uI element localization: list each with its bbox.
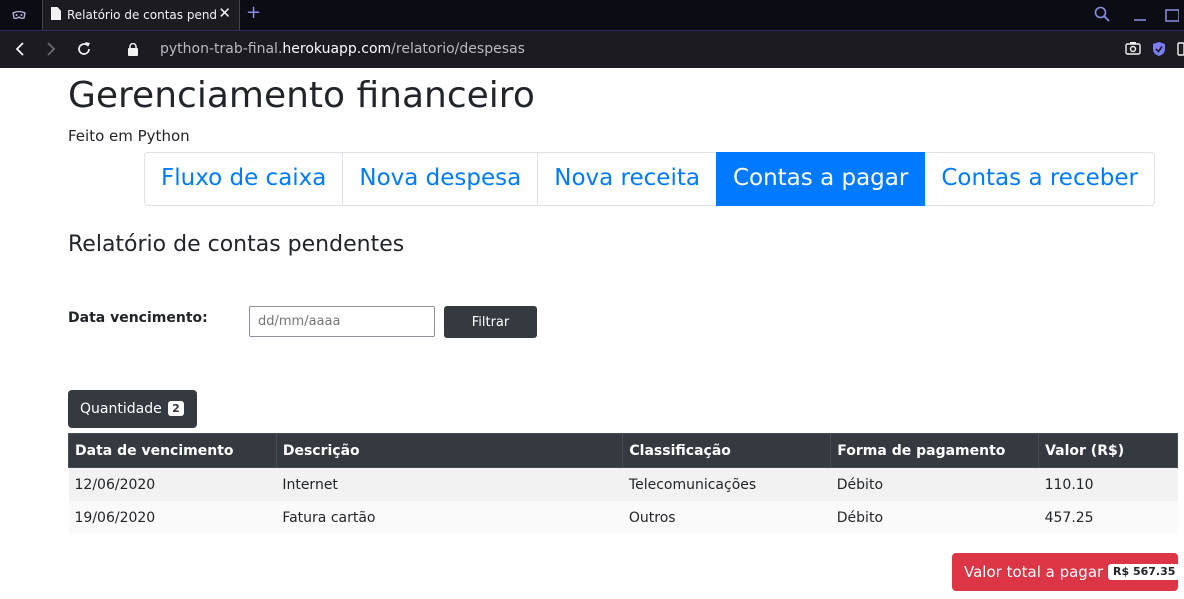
- url-path: /relatorio/despesas: [391, 41, 525, 57]
- due-date-input[interactable]: [249, 306, 435, 337]
- column-header-due-date: Data de vencimento: [68, 433, 277, 468]
- cell-classification: Outros: [622, 501, 831, 534]
- lock-icon[interactable]: [128, 43, 138, 56]
- cell-due-date: 12/06/2020: [68, 467, 277, 501]
- screenshot-icon[interactable]: [1125, 41, 1141, 55]
- table-header-row: Data de vencimento Descrição Classificaç…: [68, 433, 1178, 468]
- private-browsing-icon[interactable]: [12, 8, 26, 22]
- address-bar[interactable]: python-trab-final.herokuapp.com/relatori…: [160, 41, 525, 57]
- back-icon[interactable]: [13, 41, 27, 57]
- maximize-icon[interactable]: [1165, 8, 1179, 22]
- extension-icon[interactable]: [1176, 41, 1184, 57]
- browser-tab-bar: Relatório de contas pendentes ✕ +: [0, 0, 1184, 31]
- browser-nav-bar: python-trab-final.herokuapp.com/relatori…: [0, 31, 1184, 68]
- nav-nova-despesa[interactable]: Nova despesa: [342, 152, 539, 206]
- cell-value: 457.25: [1038, 501, 1178, 534]
- search-icon[interactable]: [1094, 6, 1110, 22]
- cell-payment-method: Débito: [830, 467, 1039, 501]
- quantity-button[interactable]: Quantidade 2: [68, 390, 197, 428]
- reload-icon[interactable]: [76, 41, 92, 57]
- shield-icon[interactable]: [1152, 41, 1166, 57]
- main-nav: Fluxo de caixa Nova despesa Nova receita…: [144, 152, 1155, 206]
- quantity-badge: 2: [168, 400, 184, 416]
- due-date-label: Data vencimento:: [68, 310, 208, 326]
- quantity-label: Quantidade: [80, 401, 162, 417]
- url-prefix: python-trab-final.: [160, 41, 283, 57]
- cell-classification: Telecomunicações: [622, 467, 831, 501]
- page-subtitle: Feito em Python: [68, 127, 190, 145]
- report-title: Relatório de contas pendentes: [68, 232, 405, 257]
- column-header-classification: Classificação: [622, 433, 832, 468]
- column-header-value: Valor (R$): [1038, 433, 1178, 468]
- minimize-icon[interactable]: [1133, 8, 1147, 22]
- nav-fluxo-de-caixa[interactable]: Fluxo de caixa: [144, 152, 344, 206]
- nav-contas-a-receber[interactable]: Contas a receber: [924, 152, 1155, 206]
- cell-description: Fatura cartão: [276, 501, 623, 534]
- column-header-payment-method: Forma de pagamento: [830, 433, 1040, 468]
- forward-icon[interactable]: [44, 41, 58, 57]
- new-tab-button[interactable]: +: [246, 3, 261, 23]
- url-domain: herokuapp.com: [282, 41, 392, 57]
- table-row: 12/06/2020 Internet Telecomunicações Déb…: [68, 467, 1178, 501]
- table-row: 19/06/2020 Fatura cartão Outros Débito 4…: [68, 501, 1178, 534]
- nav-contas-a-pagar[interactable]: Contas a pagar: [715, 152, 926, 206]
- cell-description: Internet: [276, 467, 623, 501]
- column-header-description: Descrição: [275, 433, 624, 468]
- tab-title: Relatório de contas pendentes: [67, 8, 217, 22]
- pending-bills-table: Data de vencimento Descrição Classificaç…: [68, 433, 1178, 534]
- cell-payment-method: Débito: [830, 501, 1039, 534]
- browser-tab[interactable]: Relatório de contas pendentes ✕: [42, 0, 240, 30]
- page-title: Gerenciamento financeiro: [68, 75, 535, 116]
- total-label: Valor total a pagar: [964, 563, 1104, 581]
- cell-value: 110.10: [1038, 467, 1178, 501]
- nav-nova-receita[interactable]: Nova receita: [537, 152, 717, 206]
- cell-due-date: 19/06/2020: [68, 501, 277, 534]
- document-icon: [51, 7, 61, 20]
- close-tab-icon[interactable]: ✕: [218, 5, 231, 21]
- filter-button[interactable]: Filtrar: [444, 306, 537, 338]
- total-to-pay-button[interactable]: Valor total a pagar R$ 567.35: [952, 553, 1181, 591]
- total-badge: R$ 567.35: [1107, 563, 1181, 580]
